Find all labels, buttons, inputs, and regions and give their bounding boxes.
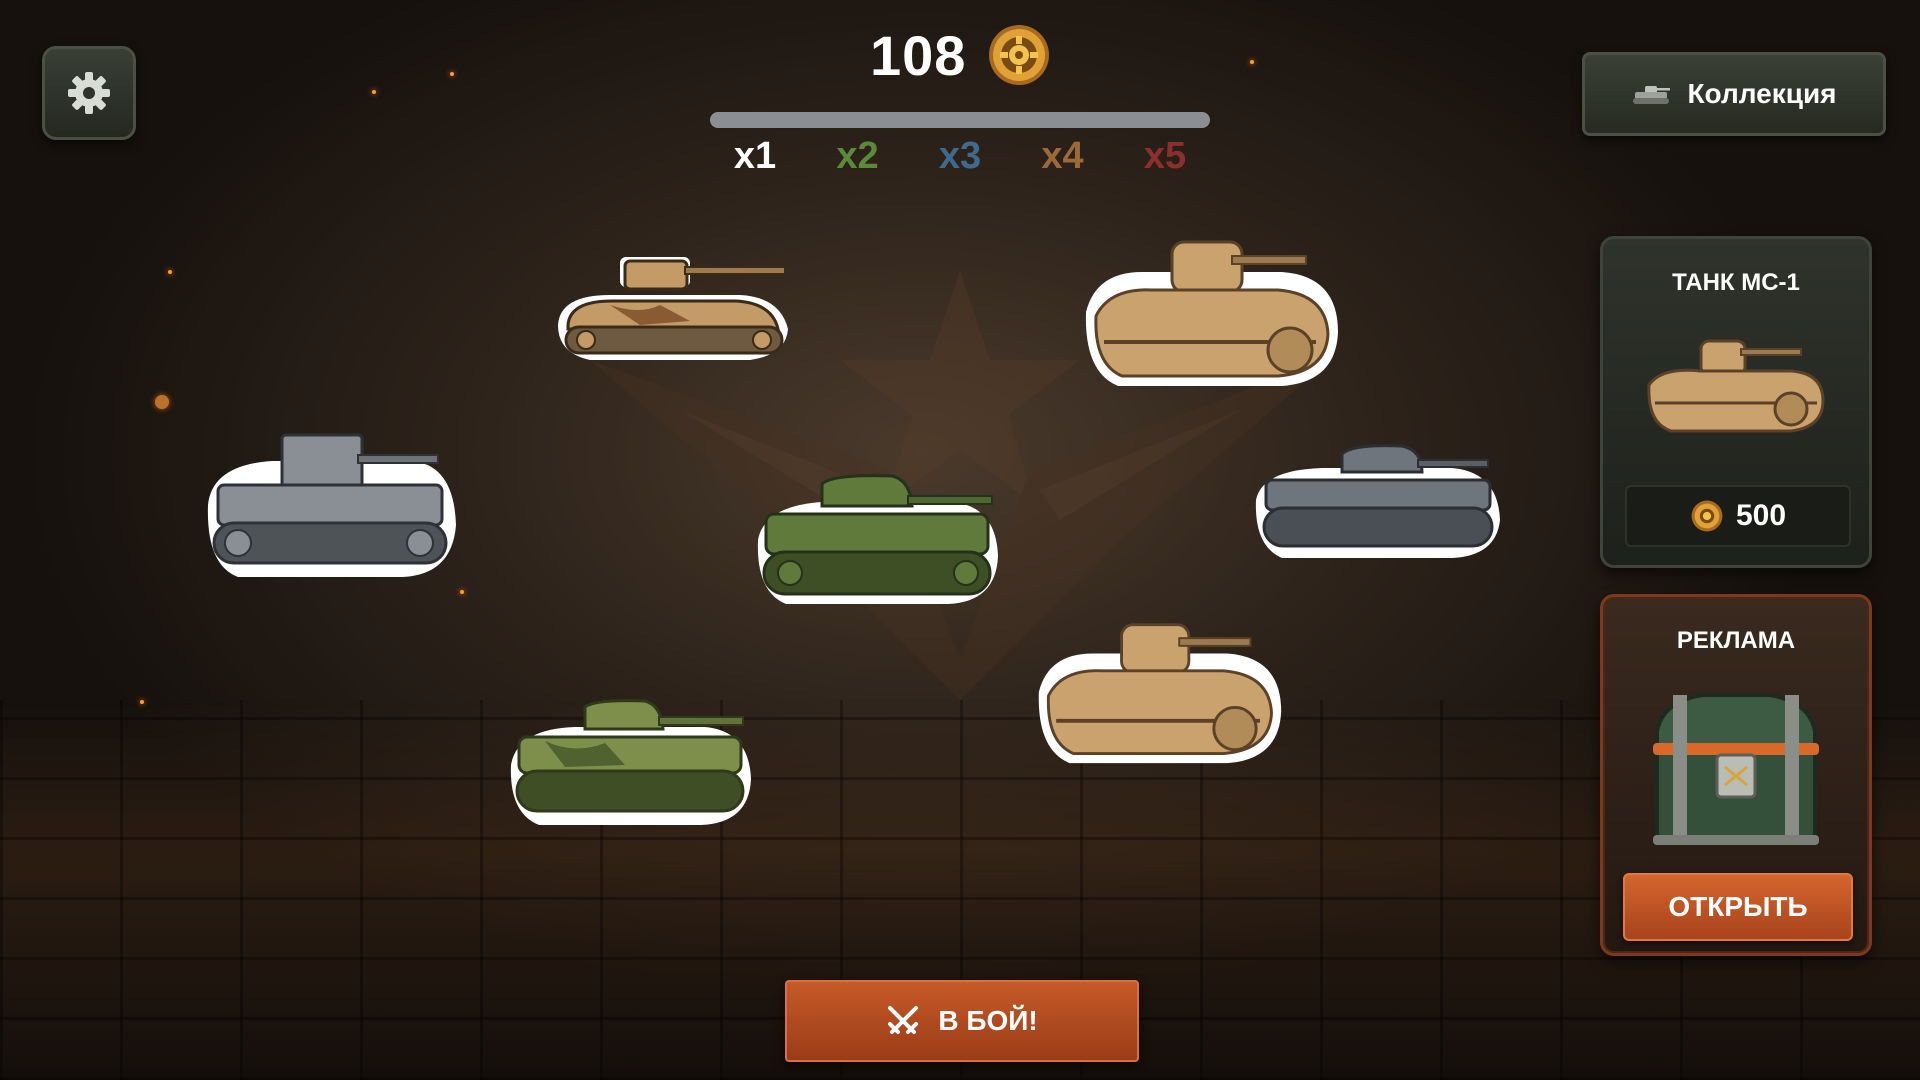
open-chest-button[interactable]: ОТКРЫТЬ [1623,873,1853,941]
gear-icon [68,72,110,114]
tank-grey-heavy[interactable] [1252,440,1502,560]
battle-label: В БОЙ! [938,1005,1038,1036]
ember [460,590,464,594]
score-display: 108 [870,20,1052,90]
ember [168,270,172,274]
gear-coin-icon [1691,500,1723,532]
collection-label: Коллекция [1687,78,1837,109]
tank-price: 500 [1735,499,1787,532]
progress-bar [710,112,1210,128]
tank-offer-panel[interactable]: ТАНК МС-1 500 [1600,236,1872,568]
tank-icon [1633,86,1671,104]
chest-icon [1653,693,1819,845]
settings-button[interactable] [42,46,136,140]
multiplier-x2: x2 [836,135,879,177]
multiplier-row: x1 x2 x3 x4 x5 [705,135,1215,178]
ad-offer-title: РЕКЛАМА [1676,627,1796,654]
gear-coin-icon [989,25,1050,85]
tank-mc1-upper[interactable] [1082,232,1342,392]
multiplier-x4: x4 [1041,135,1084,177]
progress-fill [710,112,1210,128]
multiplier-x5: x5 [1143,135,1187,177]
tank-mc1-lower[interactable] [1035,612,1285,772]
tank-price-box[interactable]: 500 [1625,485,1851,547]
tank-green-kv[interactable] [752,470,1002,610]
ember [450,72,454,76]
tank-grey-t26[interactable] [202,425,462,585]
battle-button[interactable]: В БОЙ! [785,980,1139,1062]
crossed-swords-icon [888,1006,919,1034]
ember [1250,60,1254,64]
ad-offer-panel[interactable]: РЕКЛАМА ОТКРЫТЬ [1600,594,1872,956]
tank-offer-title: ТАНК МС-1 [1672,269,1800,296]
score-value: 108 [870,23,967,87]
ember [140,700,144,704]
ember [155,395,169,409]
collection-button[interactable]: Коллекция [1582,52,1886,136]
ember [372,90,376,94]
tank-desert-camo[interactable] [550,245,800,370]
tank-mc1-icon [1647,339,1825,433]
multiplier-x3: x3 [938,135,982,177]
tank-green-camo[interactable] [505,695,755,830]
multiplier-x1: x1 [733,135,777,177]
